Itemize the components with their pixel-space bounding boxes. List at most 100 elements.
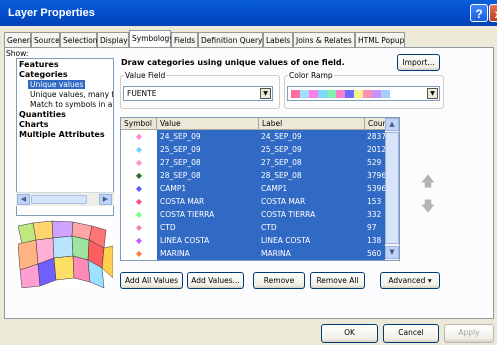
cell-label: MARINA — [261, 249, 291, 258]
apply-button[interactable]: Apply — [444, 324, 494, 343]
tree-item-match-symbols[interactable]: Match to symbols in a — [30, 100, 112, 109]
tab-source[interactable]: Source — [31, 32, 60, 47]
table-row[interactable]: ◆ CTD CTD 97 — [136, 222, 399, 233]
advanced-button[interactable]: Advanced ▾ — [380, 272, 440, 289]
table-row[interactable]: ◆ 25_SEP_09 25_SEP_09 2012 — [136, 144, 399, 155]
chevron-down-icon[interactable]: ▼ — [260, 88, 271, 99]
cell-value: LINEA COSTA — [160, 236, 210, 245]
table-row[interactable]: ◆ COSTA MAR COSTA MAR 153 — [136, 196, 399, 207]
column-header-label[interactable]: Label — [259, 118, 365, 130]
table-row[interactable]: ◆ 27_SEP_08 27_SEP_08 529 — [136, 157, 399, 168]
scroll-thumb[interactable] — [385, 132, 399, 244]
cell-value: CTD — [160, 223, 176, 232]
symbol-swatch-icon[interactable]: ◆ — [121, 235, 157, 246]
cell-count: 529 — [367, 158, 382, 167]
symbol-swatch-icon[interactable]: ◆ — [121, 170, 157, 181]
table-row[interactable]: ◆ LINEA COSTA LINEA COSTA 138 — [136, 235, 399, 246]
table-row[interactable]: ◆ COSTA TIERRA COSTA TIERRA 332 — [136, 209, 399, 220]
add-all-values-button[interactable]: Add All Values — [120, 272, 183, 289]
tab-joins-relates[interactable]: Joins & Relates — [293, 32, 355, 47]
symbol-swatch-icon[interactable]: ◆ — [121, 183, 157, 194]
scroll-left-icon[interactable]: ◀ — [17, 194, 30, 205]
close-button[interactable]: x — [489, 4, 497, 22]
import-button[interactable]: Import... — [397, 54, 440, 71]
tab-selection[interactable]: Selection — [60, 32, 98, 47]
cell-label: 25_SEP_09 — [261, 145, 302, 154]
table-row[interactable]: ◆ MARINA MARINA 560 — [136, 248, 399, 259]
show-label: Show: — [6, 49, 29, 58]
table-vertical-scrollbar[interactable]: ▲ ▼ — [385, 118, 399, 260]
remove-button[interactable]: Remove — [253, 272, 305, 289]
scroll-up-icon[interactable]: ▲ — [385, 118, 399, 131]
color-ramp-swatch-segment — [372, 90, 381, 98]
symbol-swatch-icon[interactable]: ◆ — [121, 222, 157, 233]
cell-label: CTD — [261, 223, 277, 232]
color-ramp-label: Color Ramp — [288, 71, 334, 80]
value-field-value: FUENTE — [127, 89, 157, 98]
cell-label: COSTA MAR — [261, 197, 306, 206]
table-row[interactable]: ◆ 24_SEP_09 24_SEP_09 2837 — [136, 131, 399, 142]
cell-value: 27_SEP_08 — [160, 158, 201, 167]
symbol-swatch-icon[interactable]: ◆ — [121, 248, 157, 259]
cancel-button[interactable]: Cancel — [383, 324, 439, 343]
tab-display[interactable]: Display — [97, 32, 129, 47]
color-ramp-swatch-segment — [300, 90, 309, 98]
tree-horizontal-scrollbar[interactable]: ◀ ▶ — [16, 192, 114, 206]
chevron-down-icon[interactable]: ▼ — [427, 88, 438, 99]
table-body: ◆ 24_SEP_09 24_SEP_09 2837 ◆ 25_SEP_09 25_SEP_… — [136, 130, 386, 260]
cell-value: 24_SEP_09 — [160, 132, 201, 141]
tree-item-unique-values-many[interactable]: Unique values, many f — [30, 90, 113, 99]
symbol-swatch-icon[interactable]: ◆ — [121, 144, 157, 155]
table-row[interactable]: ◆ CAMP1 CAMP1 5396 — [136, 183, 399, 194]
color-ramp-swatch — [291, 90, 399, 98]
symbol-swatch-icon[interactable]: ◆ — [121, 157, 157, 168]
cell-value: 28_SEP_08 — [160, 171, 201, 180]
title-bar: Layer Properties ? x — [0, 0, 497, 26]
color-ramp-swatch-segment — [345, 90, 354, 98]
color-ramp-swatch-segment — [291, 90, 300, 98]
value-field-label: Value Field — [124, 71, 167, 80]
scroll-down-icon[interactable]: ▼ — [385, 246, 399, 259]
move-up-icon[interactable]: 🡅 — [419, 173, 437, 191]
symbology-description: Draw categories using unique values of o… — [121, 58, 345, 67]
cell-count: 560 — [367, 249, 382, 258]
ok-button[interactable]: OK — [321, 324, 378, 343]
tab-symbology[interactable]: Symbology — [129, 30, 174, 48]
column-header-symbol[interactable]: Symbol — [121, 118, 157, 130]
cell-label: LINEA COSTA — [261, 236, 311, 245]
color-ramp-select[interactable]: ▼ — [287, 86, 440, 101]
tree-item-quantities[interactable]: Quantities — [19, 110, 66, 119]
tab-definition-query[interactable]: Definition Query — [198, 32, 263, 47]
cell-count: 3796 — [367, 171, 387, 180]
cell-count: 138 — [367, 236, 382, 245]
symbol-swatch-icon[interactable]: ◆ — [121, 209, 157, 220]
column-header-value[interactable]: Value — [157, 118, 259, 130]
tree-item-features[interactable]: Features — [19, 60, 59, 69]
color-ramp-swatch-segment — [327, 90, 336, 98]
tab-fields[interactable]: Fields — [171, 32, 198, 47]
scroll-thumb[interactable] — [31, 195, 87, 204]
value-field-select[interactable]: FUENTE ▼ — [123, 86, 273, 101]
cell-label: 24_SEP_09 — [261, 132, 302, 141]
add-values-button[interactable]: Add Values... — [187, 272, 244, 289]
table-row[interactable]: ◆ 28_SEP_08 28_SEP_08 3796 — [136, 170, 399, 181]
color-ramp-swatch-segment — [354, 90, 363, 98]
cell-value: COSTA MAR — [160, 197, 205, 206]
tree-item-charts[interactable]: Charts — [19, 120, 49, 129]
help-button[interactable]: ? — [470, 4, 488, 22]
tree-item-unique-values[interactable]: Unique values — [28, 80, 86, 89]
unique-values-table[interactable]: Symbol Value Label Count ◆ 24_SEP_09 24_SE… — [120, 117, 400, 261]
tab-general[interactable]: General — [4, 32, 37, 47]
preview-map-image — [18, 218, 113, 288]
tree-item-categories[interactable]: Categories — [19, 70, 68, 79]
tab-labels[interactable]: Labels — [263, 32, 293, 47]
scroll-right-icon[interactable]: ▶ — [99, 194, 112, 205]
cell-count: 97 — [367, 223, 377, 232]
tab-html-popup[interactable]: HTML Popup — [355, 32, 405, 47]
symbol-swatch-icon[interactable]: ◆ — [121, 196, 157, 207]
cell-count: 153 — [367, 197, 382, 206]
move-down-icon[interactable]: 🡇 — [419, 198, 437, 216]
symbol-swatch-icon[interactable]: ◆ — [121, 131, 157, 142]
remove-all-button[interactable]: Remove All — [310, 272, 365, 289]
tree-item-multiple-attributes[interactable]: Multiple Attributes — [19, 130, 105, 139]
